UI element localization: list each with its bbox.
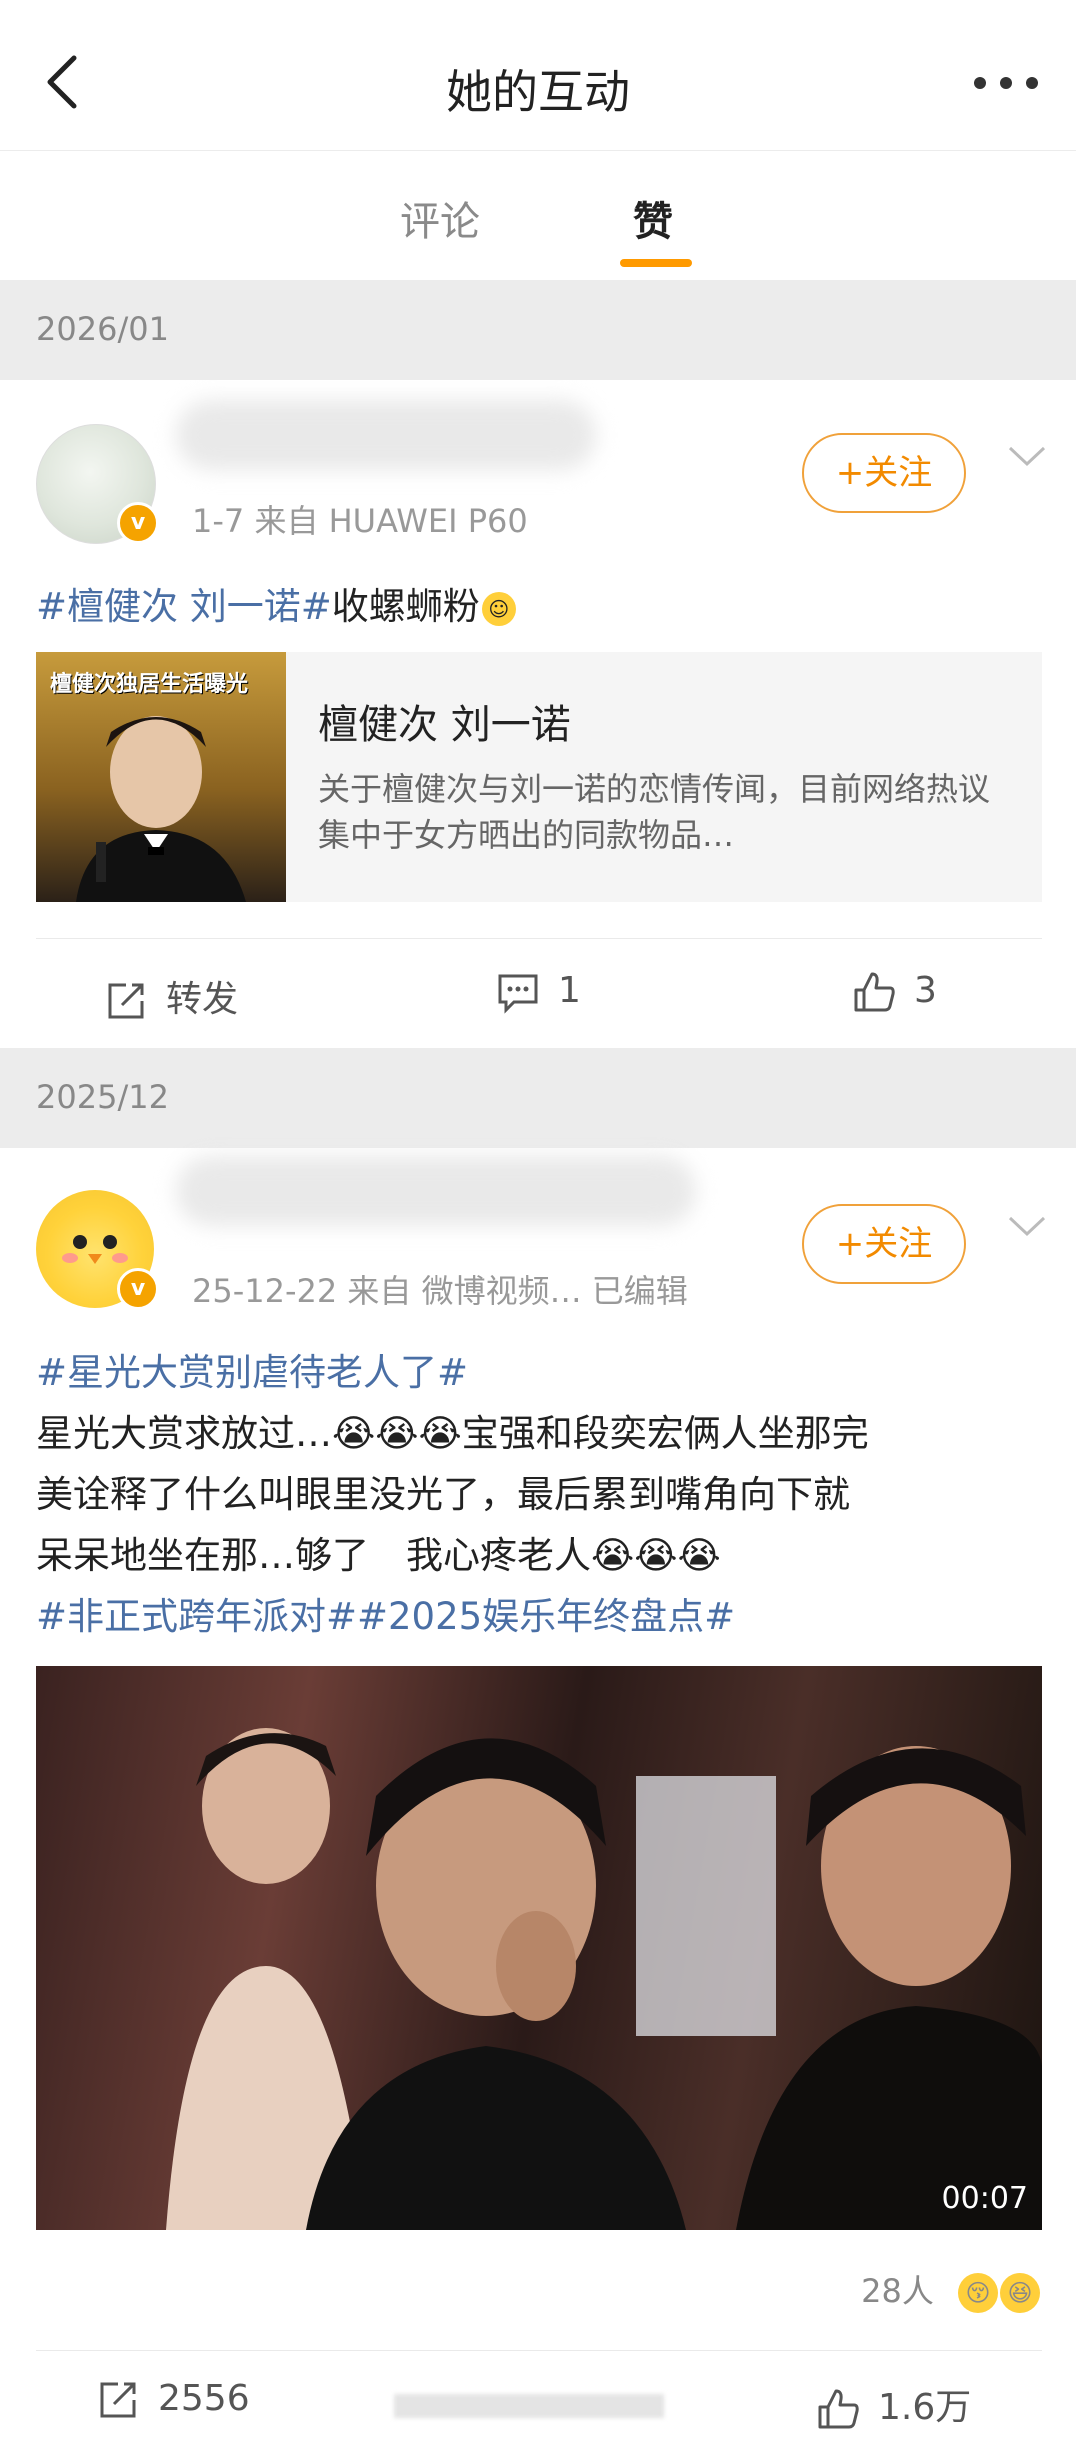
like-button[interactable]: 1.6万 — [816, 2378, 971, 2431]
comment-button[interactable]: 1 — [496, 970, 581, 1014]
video-frame-image — [166, 1728, 1042, 2230]
page-title: 她的互动 — [446, 65, 630, 119]
post-text-line: 美诠释了什么叫眼里没光了，最后累到嘴角向下就 — [36, 1473, 850, 1516]
month-header: 2026/01 — [0, 280, 1076, 380]
repost-icon — [100, 2382, 136, 2418]
thumbs-up-icon — [854, 972, 895, 1012]
month-label: 2025/12 — [36, 1078, 169, 1116]
laugh-emoji-icon: 😆 — [1000, 2273, 1040, 2313]
person-image — [76, 716, 246, 902]
tab-comments[interactable]: 评论 — [400, 189, 480, 247]
active-tab-indicator — [620, 259, 692, 267]
video-player[interactable]: 00:07 — [36, 1666, 1042, 2230]
tab-bar: 评论 赞 — [0, 151, 1076, 279]
blush-emoji-icon: ☺ — [481, 591, 516, 626]
topic-card[interactable]: 檀健次独居生活曝光 檀健次 刘一诺 关于檀健次与刘一诺的恋情传闻，目前网络热议集… — [36, 652, 1042, 902]
repost-button[interactable]: 2556 — [96, 2378, 250, 2422]
follow-button[interactable]: +关注 — [802, 1204, 966, 1284]
month-header: 2025/12 — [0, 1048, 1076, 1148]
post-text-line: 星光大赏求放过…😭😭😭宝强和段奕宏俩人坐那完 — [36, 1412, 869, 1455]
hashtag-link[interactable]: #非正式跨年派对##2025娱乐年终盘点# — [36, 1586, 735, 1640]
like-button[interactable]: 3 — [852, 970, 937, 1014]
comment-icon — [498, 974, 538, 1014]
post-meta: 25-12-22 来自 微博视频… 已编辑 — [192, 1272, 688, 1310]
tab-likes[interactable]: 赞 — [633, 189, 673, 247]
hashtag-link[interactable]: #星光大赏别虐待老人了# — [36, 1342, 468, 1396]
post-meta: 1-7 来自 HUAWEI P60 — [192, 502, 528, 540]
follow-button[interactable]: +关注 — [802, 433, 966, 513]
blurred-comment-area — [394, 2394, 664, 2418]
month-label: 2026/01 — [36, 310, 169, 348]
post-text: #檀健次 刘一诺#收螺蛳粉 ☺ — [36, 576, 516, 630]
thumbs-up-icon — [818, 2389, 859, 2429]
repost-button[interactable]: 转发 — [104, 970, 238, 1023]
comment-button-blurred[interactable] — [394, 2384, 682, 2425]
more-options-icon[interactable] — [966, 58, 1046, 108]
username-blurred[interactable] — [176, 1156, 696, 1226]
verified-badge-icon: v — [117, 502, 159, 544]
hashtag-link[interactable]: #檀健次 刘一诺# — [36, 585, 332, 628]
username-blurred[interactable] — [176, 400, 596, 470]
topic-description: 关于檀健次与刘一诺的恋情传闻，目前网络热议集中于女方晒出的同款物品… — [318, 770, 991, 854]
chevron-down-icon[interactable] — [1004, 440, 1050, 470]
topic-title: 檀健次 刘一诺 — [318, 702, 571, 748]
post-actions: 2556 1.6万 — [0, 2348, 1076, 2458]
topic-thumbnail: 檀健次独居生活曝光 — [36, 652, 286, 902]
video-duration: 00:07 — [941, 2181, 1028, 2216]
verified-badge-icon: v — [117, 1268, 159, 1310]
post-actions: 转发 1 3 — [0, 940, 1076, 1050]
post-text-line: 呆呆地坐在那…够了 我心疼老人😭😭😭 — [36, 1534, 721, 1577]
kiss-emoji-icon: 😚 — [958, 2273, 998, 2313]
divider — [36, 938, 1042, 939]
chevron-down-icon[interactable] — [1004, 1210, 1050, 1240]
reactions-summary[interactable]: 28人 😚 😆 — [861, 2266, 1040, 2313]
repost-icon — [108, 983, 144, 1019]
reaction-count: 28人 — [861, 2272, 934, 2310]
top-bar: 她的互动 — [0, 0, 1076, 151]
